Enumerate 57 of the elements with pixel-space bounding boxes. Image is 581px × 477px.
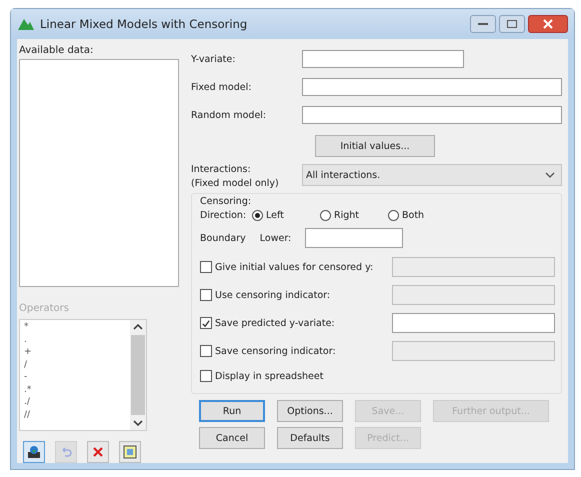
checkbox[interactable] — [200, 261, 212, 273]
text-field[interactable] — [302, 78, 562, 96]
field-label: Random model: — [191, 110, 268, 120]
radio-button[interactable] — [252, 210, 263, 220]
delete-icon — [92, 446, 104, 458]
window-title: Linear Mixed Models with Censoring — [40, 17, 248, 31]
maximize-button[interactable] — [499, 15, 525, 33]
checkbox-option[interactable]: Give initial values for censored y: — [200, 261, 374, 273]
minimize-icon — [478, 22, 488, 26]
checkbox-option[interactable]: Save censoring indicator: — [200, 345, 336, 357]
maximize-icon — [507, 20, 517, 28]
available-data-label: Available data: — [19, 45, 94, 58]
scroll-thumb[interactable] — [131, 335, 145, 415]
insert-icon — [27, 445, 41, 459]
scroll-up-icon[interactable] — [133, 323, 143, 331]
boundary-label: Boundary — [200, 232, 246, 244]
dialog-button[interactable]: Defaults — [277, 427, 343, 449]
dialog-button[interactable]: Cancel — [199, 427, 265, 449]
undo-icon — [60, 447, 72, 457]
close-button[interactable] — [528, 15, 568, 33]
checkbox-option[interactable]: Display in spreadsheet — [200, 370, 324, 382]
delete-tool-button[interactable] — [87, 441, 109, 463]
checkbox[interactable] — [200, 289, 212, 301]
dialog-button[interactable]: Run — [199, 400, 265, 422]
radio-option[interactable]: Both — [388, 210, 456, 220]
checkbox[interactable] — [200, 345, 212, 357]
app-icon — [17, 17, 35, 31]
radio-option[interactable]: Right — [320, 210, 388, 220]
scrollbar[interactable] — [130, 320, 146, 430]
dialog-button[interactable]: Options... — [277, 400, 343, 422]
interactions-note: (Fixed model only) — [191, 178, 280, 189]
radio-button[interactable] — [320, 210, 331, 220]
check-icon — [201, 318, 211, 328]
scroll-down-icon[interactable] — [133, 419, 143, 427]
direction-label: Direction: — [200, 210, 248, 220]
text-field[interactable] — [392, 313, 555, 333]
radio-button[interactable] — [388, 210, 399, 220]
checkbox[interactable] — [200, 317, 212, 329]
operators-label: Operators — [19, 303, 70, 316]
lower-field[interactable] — [304, 228, 403, 248]
chevron-down-icon — [545, 172, 555, 178]
checkbox-option[interactable]: Use censoring indicator: — [200, 289, 330, 301]
interactions-dropdown[interactable]: All interactions. — [302, 164, 562, 186]
insert-tool-button[interactable] — [23, 441, 45, 463]
interactions-label: Interactions: — [191, 164, 252, 175]
lower-label: Lower: — [260, 232, 292, 244]
text-field[interactable] — [302, 106, 562, 124]
close-icon — [543, 19, 553, 29]
censoring-title: Censoring: — [200, 196, 252, 207]
minimize-button[interactable] — [470, 15, 496, 33]
initial-values-button[interactable]: Initial values... — [315, 135, 435, 157]
radio-option[interactable]: Left — [252, 210, 320, 220]
text-field[interactable] — [302, 50, 464, 68]
checkbox[interactable] — [200, 370, 212, 382]
checkbox-option[interactable]: Save predicted y-variate: — [200, 317, 335, 329]
field-label: Fixed model: — [191, 82, 252, 92]
field-label: Y-variate: — [191, 54, 236, 64]
